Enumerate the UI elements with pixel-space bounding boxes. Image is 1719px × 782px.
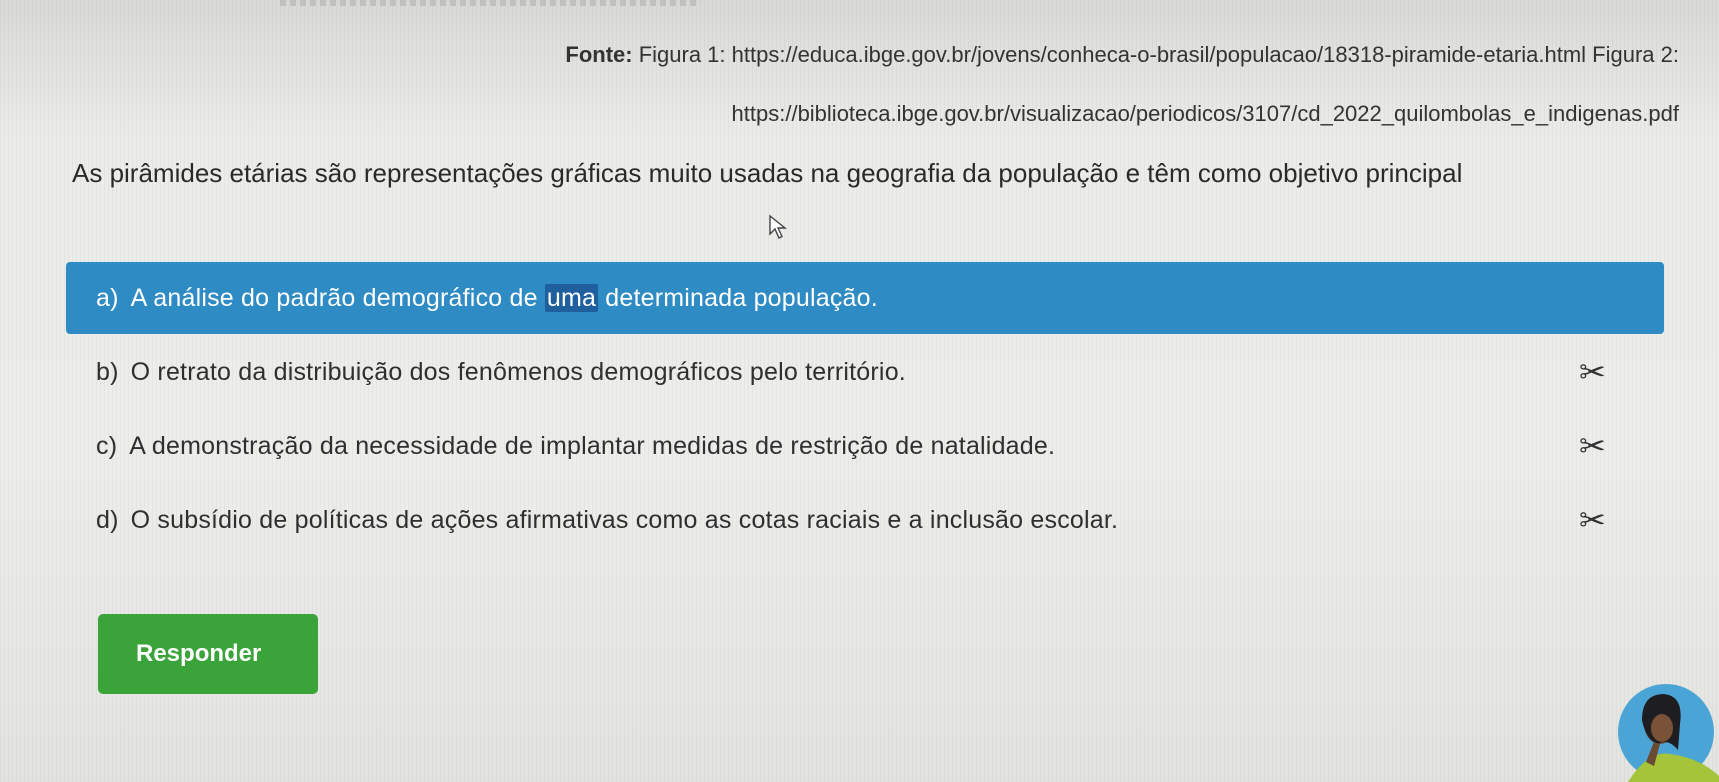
source-text-2: https://biblioteca.ibge.gov.br/visualiza… bbox=[731, 101, 1679, 126]
mascot-avatar bbox=[1618, 684, 1719, 782]
option-text: O retrato da distribuição dos fenômenos … bbox=[130, 357, 906, 386]
answer-options: a) A análise do padrão demográfico de um… bbox=[66, 262, 1664, 556]
top-edge-strip bbox=[280, 0, 700, 6]
option-letter: d) bbox=[96, 505, 119, 534]
source-label: Fonte: bbox=[565, 42, 633, 67]
option-text: A demonstração da necessidade de implant… bbox=[129, 431, 1056, 460]
option-text-part: determinada população. bbox=[598, 283, 878, 312]
scissors-icon[interactable]: ✂ bbox=[1579, 353, 1606, 391]
text-selection-highlight: uma bbox=[544, 283, 599, 312]
option-b[interactable]: b) O retrato da distribuição dos fenômen… bbox=[66, 336, 1664, 408]
source-line-2: https://biblioteca.ibge.gov.br/visualiza… bbox=[732, 101, 1679, 127]
option-text-part: A análise do padrão demográfico de bbox=[130, 283, 545, 312]
question-text: As pirâmides etárias são representações … bbox=[72, 158, 1463, 188]
option-letter: c) bbox=[96, 431, 118, 460]
option-text: A análise do padrão demográfico de uma d… bbox=[130, 283, 878, 313]
option-c[interactable]: c) A demonstração da necessidade de impl… bbox=[66, 410, 1664, 482]
scissors-icon[interactable]: ✂ bbox=[1579, 427, 1606, 465]
responder-button[interactable]: Responder bbox=[98, 614, 318, 694]
scissors-icon[interactable]: ✂ bbox=[1579, 501, 1606, 539]
option-letter: a) bbox=[96, 283, 119, 312]
source-line-1: Fonte: Figura 1: https://educa.ibge.gov.… bbox=[565, 42, 1679, 68]
option-a[interactable]: a) A análise do padrão demográfico de um… bbox=[66, 262, 1664, 334]
option-d[interactable]: d) O subsídio de políticas de ações afir… bbox=[66, 484, 1664, 556]
source-text-1: Figura 1: https://educa.ibge.gov.br/jove… bbox=[632, 42, 1679, 67]
option-text: O subsídio de políticas de ações afirmat… bbox=[130, 505, 1119, 534]
cursor-icon bbox=[769, 214, 787, 239]
option-letter: b) bbox=[96, 357, 119, 386]
